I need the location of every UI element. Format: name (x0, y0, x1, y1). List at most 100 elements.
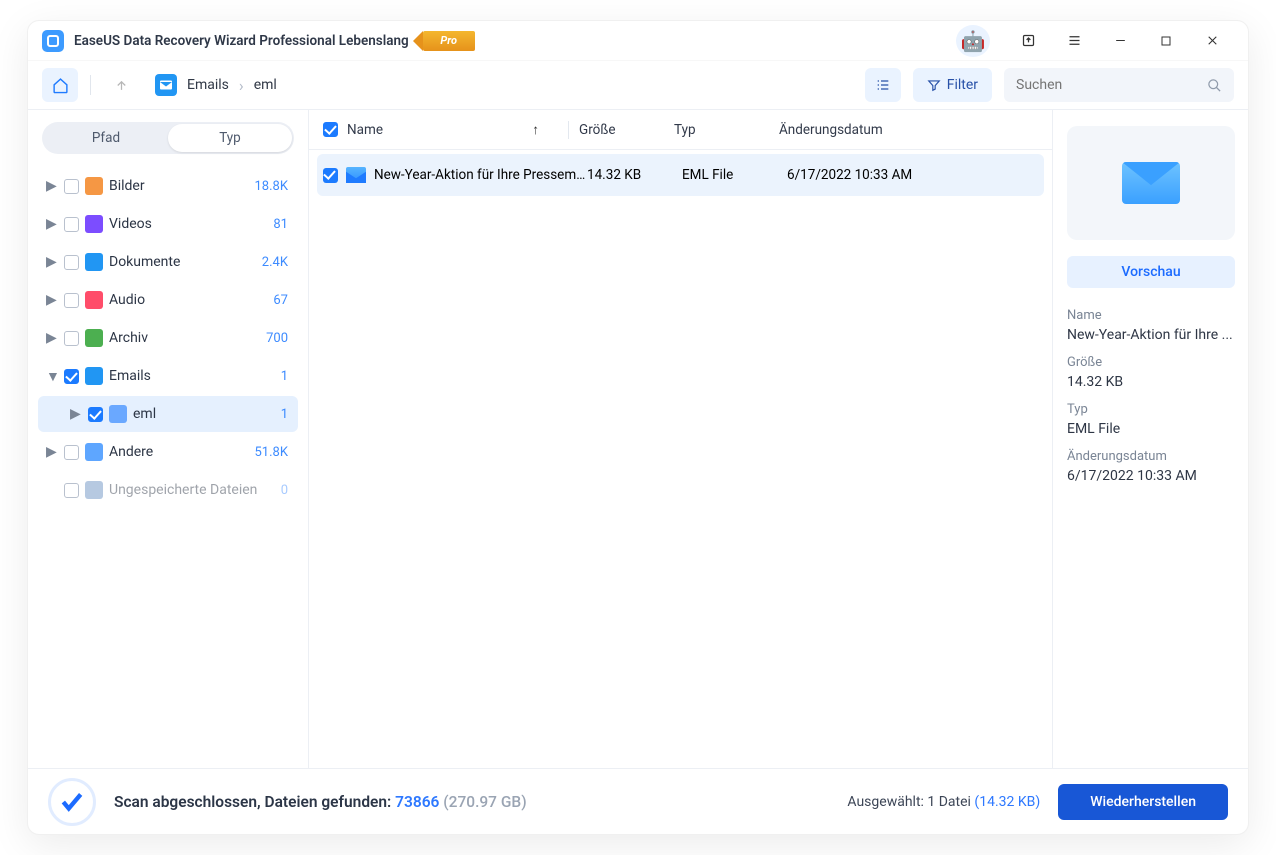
sort-arrow-icon[interactable]: ↑ (532, 122, 539, 138)
view-toggle-button[interactable] (865, 68, 901, 102)
table-header: Name ↑ Größe Typ Änderungsdatum (309, 110, 1052, 150)
app-window: EaseUS Data Recovery Wizard Professional… (27, 20, 1249, 835)
tree-label: Emails (109, 368, 275, 384)
file-panel: Name ↑ Größe Typ Änderungsdatum New-Year… (309, 110, 1052, 768)
pv-type-value: EML File (1067, 421, 1234, 437)
chevron-down-icon[interactable]: ▼ (46, 368, 58, 385)
checkbox[interactable] (64, 293, 79, 308)
row-checkbox[interactable] (323, 168, 338, 183)
checkbox[interactable] (64, 445, 79, 460)
tree-label: Audio (109, 292, 267, 308)
tree-node-emails[interactable]: ▼Emails1 (38, 358, 298, 394)
preview-thumbnail (1067, 126, 1235, 240)
status-bar: Scan abgeschlossen, Dateien gefunden: 73… (28, 768, 1248, 834)
chevron-right-icon[interactable]: ▶ (46, 330, 58, 346)
tree-label: Archiv (109, 330, 260, 346)
category-icon (85, 481, 103, 499)
category-icon (85, 443, 103, 461)
title-bar: EaseUS Data Recovery Wizard Professional… (28, 21, 1248, 61)
col-type[interactable]: Typ (674, 122, 779, 138)
selection-summary: Ausgewählt: 1 Datei (14.32 KB) (847, 794, 1040, 810)
filter-button[interactable]: Filter (913, 68, 992, 102)
home-button[interactable] (42, 68, 78, 102)
breadcrumb-root[interactable]: Emails (187, 77, 229, 93)
minimize-button[interactable] (1098, 25, 1142, 57)
checkbox[interactable] (64, 255, 79, 270)
chevron-right-icon[interactable]: ▶ (70, 406, 82, 422)
tree-node-ungespeicherte-dateien[interactable]: Ungespeicherte Dateien0 (38, 472, 298, 508)
col-size[interactable]: Größe (579, 122, 674, 138)
tree-count: 0 (281, 483, 288, 498)
pv-type-label: Typ (1067, 402, 1234, 417)
tab-type[interactable]: Typ (168, 124, 292, 152)
table-row[interactable]: New-Year-Aktion für Ihre Pressemit...14.… (317, 154, 1044, 196)
chevron-right-icon[interactable]: ▶ (46, 444, 58, 460)
sidebar-tabswitch: Pfad Typ (42, 122, 294, 154)
tree-label: Andere (109, 444, 248, 460)
preview-panel: Vorschau Name New-Year-Aktion für Ihre .… (1052, 110, 1248, 768)
search-input[interactable] (1016, 77, 1199, 93)
row-filename: New-Year-Aktion für Ihre Pressemit... (374, 167, 587, 183)
tree-node-dokumente[interactable]: ▶Dokumente2.4K (38, 244, 298, 280)
tree-count: 51.8K (254, 445, 288, 460)
col-date[interactable]: Änderungsdatum (779, 122, 1052, 138)
checkbox[interactable] (64, 369, 79, 384)
chevron-right-icon[interactable]: ▶ (46, 178, 58, 194)
chevron-right-icon[interactable]: ▶ (46, 292, 58, 308)
chevron-right-icon[interactable]: ▶ (46, 216, 58, 232)
checkbox[interactable] (88, 407, 103, 422)
tree-node-andere[interactable]: ▶ Andere 51.8K (38, 434, 298, 470)
close-button[interactable] (1190, 25, 1234, 57)
app-logo-icon (42, 30, 64, 52)
sidebar: Pfad Typ ▶Bilder18.8K▶Videos81▶Dokumente… (28, 110, 309, 768)
checkbox[interactable] (64, 483, 79, 498)
emails-folder-icon (155, 74, 177, 96)
tree-count: 81 (273, 217, 288, 232)
pv-date-value: 6/17/2022 10:33 AM (1067, 468, 1234, 484)
tree-node-audio[interactable]: ▶Audio67 (38, 282, 298, 318)
breadcrumb-current[interactable]: eml (254, 77, 277, 93)
pv-size-label: Größe (1067, 355, 1234, 370)
col-name[interactable]: Name (347, 122, 383, 138)
up-button[interactable] (103, 68, 139, 102)
pro-badge: Pro (423, 31, 475, 51)
tree-node-archiv[interactable]: ▶Archiv700 (38, 320, 298, 356)
table-body: New-Year-Aktion für Ihre Pressemit...14.… (309, 150, 1052, 200)
category-icon (85, 291, 103, 309)
filter-label: Filter (947, 77, 978, 93)
tree-node-bilder[interactable]: ▶Bilder18.8K (38, 168, 298, 204)
row-type: EML File (682, 167, 787, 183)
row-date: 6/17/2022 10:33 AM (787, 167, 1044, 183)
tree-count: 18.8K (254, 179, 288, 194)
maximize-button[interactable] (1144, 25, 1188, 57)
checkbox[interactable] (64, 217, 79, 232)
pv-name-label: Name (1067, 308, 1234, 323)
pv-size-value: 14.32 KB (1067, 374, 1234, 390)
menu-button[interactable] (1052, 25, 1096, 57)
select-all-checkbox[interactable] (323, 122, 338, 137)
divider (90, 75, 91, 95)
checkbox[interactable] (64, 179, 79, 194)
tree-label: eml (133, 406, 275, 422)
category-icon (85, 329, 103, 347)
tree-node-videos[interactable]: ▶Videos81 (38, 206, 298, 242)
tab-path[interactable]: Pfad (44, 124, 168, 152)
tree-node-eml[interactable]: ▶ eml 1 (38, 396, 298, 432)
pv-name-value: New-Year-Aktion für Ihre ... (1067, 327, 1234, 343)
category-icon (85, 367, 103, 385)
scan-complete-icon (48, 778, 96, 826)
share-button[interactable] (1006, 25, 1050, 57)
recover-button[interactable]: Wiederherstellen (1058, 784, 1228, 820)
category-icon (85, 253, 103, 271)
app-title: EaseUS Data Recovery Wizard Professional… (74, 33, 409, 49)
chevron-right-icon[interactable]: ▶ (46, 254, 58, 270)
scan-summary: Scan abgeschlossen, Dateien gefunden: 73… (114, 793, 527, 811)
preview-button[interactable]: Vorschau (1067, 256, 1235, 288)
category-icon (85, 215, 103, 233)
search-box[interactable] (1004, 68, 1234, 102)
checkbox[interactable] (64, 331, 79, 346)
toolbar: Emails › eml Filter (28, 61, 1248, 109)
tree-count: 1 (281, 407, 288, 422)
pv-date-label: Änderungsdatum (1067, 449, 1234, 464)
assistant-icon[interactable]: 🤖 (956, 25, 990, 57)
